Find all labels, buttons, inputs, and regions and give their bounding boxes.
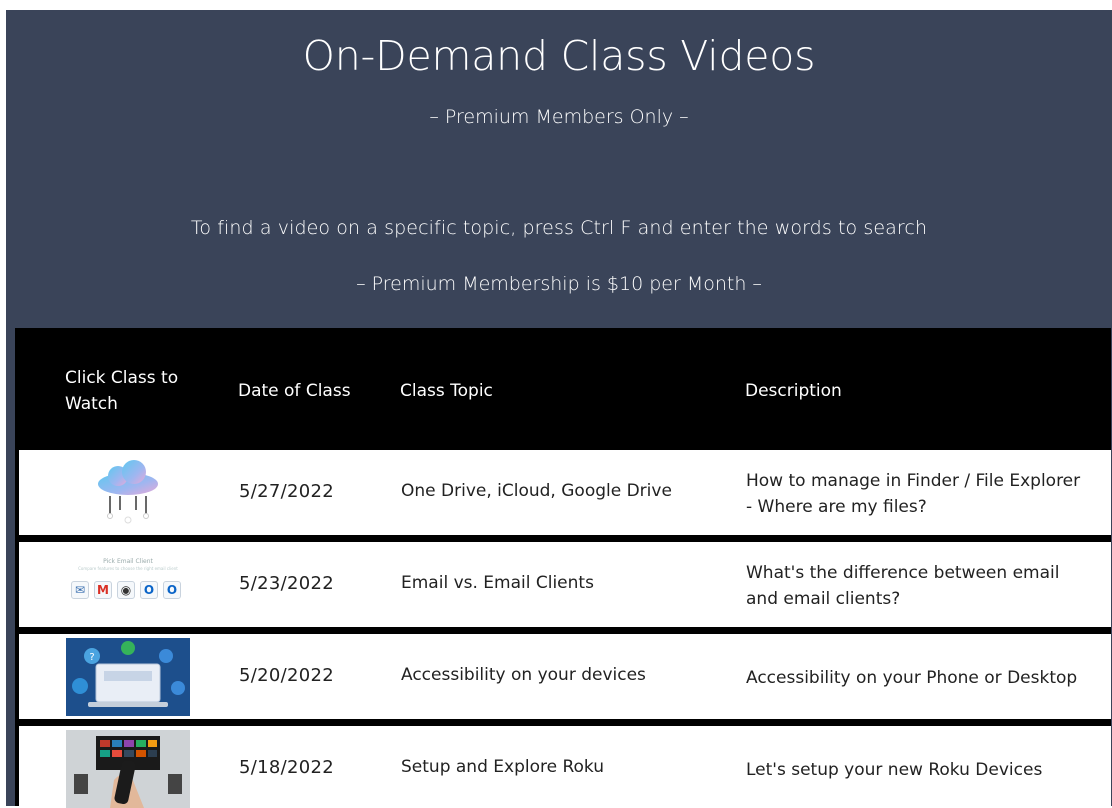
- class-videos-table: Click Class to Watch Date of Class Class…: [15, 328, 1111, 808]
- thunderbird-icon: ◉: [117, 581, 135, 599]
- outlook-icon: O: [140, 581, 158, 599]
- column-header-topic: Class Topic: [400, 381, 493, 401]
- class-date: 5/23/2022: [239, 573, 334, 594]
- mail-app-icon: ✉: [71, 581, 89, 599]
- membership-note: – Premium Membership is $10 per Month –: [356, 273, 762, 295]
- class-topic: Email vs. Email Clients: [401, 573, 594, 593]
- page-container: On-Demand Class Videos – Premium Members…: [6, 10, 1112, 808]
- table-row: 5/27/2022 One Drive, iCloud, Google Driv…: [19, 450, 1111, 535]
- page-header: On-Demand Class Videos – Premium Members…: [6, 10, 1112, 328]
- class-date: 5/18/2022: [239, 757, 334, 778]
- thumb-caption: Pick Email Client: [103, 558, 153, 565]
- outlook-desktop-icon: O: [163, 581, 181, 599]
- class-description: What's the difference between email and …: [746, 563, 1060, 609]
- class-date: 5/20/2022: [239, 665, 334, 686]
- class-description: Let's setup your new Roku Devices: [746, 760, 1043, 780]
- column-header-description: Description: [745, 381, 842, 401]
- table-header: Click Class to Watch Date of Class Class…: [15, 328, 1111, 449]
- page-subtitle: – Premium Members Only –: [429, 106, 689, 128]
- page-title: On-Demand Class Videos: [302, 32, 816, 80]
- class-date: 5/27/2022: [239, 481, 334, 502]
- class-topic: One Drive, iCloud, Google Drive: [401, 481, 672, 501]
- table-row: 5/18/2022 Setup and Explore Roku Let's s…: [19, 726, 1111, 808]
- search-hint: To find a video on a specific topic, pre…: [190, 217, 928, 239]
- class-topic: Setup and Explore Roku: [401, 757, 605, 777]
- thumb-subcaption: Compare features to choose the right ema…: [78, 566, 178, 571]
- column-header-date: Date of Class: [238, 381, 351, 401]
- svg-text:?: ?: [89, 652, 94, 663]
- roku-remote-icon[interactable]: [66, 730, 190, 808]
- gmail-icon: M: [94, 581, 112, 599]
- email-clients-icon[interactable]: Pick Email Client Compare features to ch…: [66, 546, 190, 624]
- class-topic: Accessibility on your devices: [401, 665, 646, 685]
- cloud-icon[interactable]: [66, 454, 190, 532]
- table-row: Pick Email Client Compare features to ch…: [19, 542, 1111, 627]
- class-description: How to manage in Finder / File Explorer …: [746, 471, 1081, 517]
- table-row: ? 5/20/2022 Accessibility on your device…: [19, 634, 1111, 719]
- accessibility-icon[interactable]: ?: [66, 638, 190, 716]
- column-header-watch: Click Class to Watch: [65, 368, 179, 414]
- class-description: Accessibility on your Phone or Desktop: [746, 668, 1078, 688]
